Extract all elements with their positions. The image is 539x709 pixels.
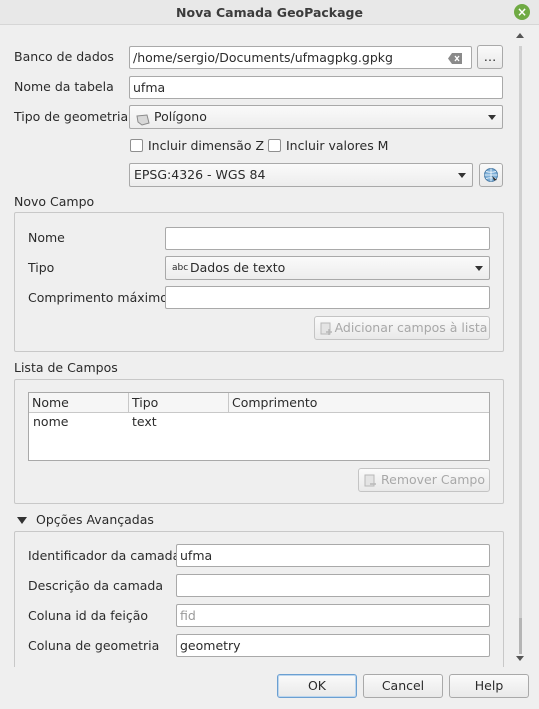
geometry-type-value: Polígono	[154, 109, 207, 124]
browse-button[interactable]: …	[477, 45, 503, 69]
text-type-icon: abc	[172, 263, 189, 273]
chevron-down-icon	[458, 173, 466, 178]
layer-id-value: ufma	[180, 548, 213, 563]
clear-path-icon[interactable]	[448, 52, 463, 64]
max-length-input[interactable]	[165, 286, 490, 309]
fid-column-placeholder: fid	[180, 608, 196, 623]
include-z-label: Incluir dimensão Z	[148, 138, 265, 153]
scroll-up-icon[interactable]	[516, 33, 524, 38]
field-type-value: Dados de texto	[190, 260, 286, 275]
layer-id-input[interactable]: ufma	[176, 544, 490, 567]
database-path-field[interactable]: /home/sergio/Documents/ufmagpkg.gpkg	[129, 46, 472, 69]
database-label: Banco de dados	[14, 49, 114, 64]
include-m-label: Incluir valores M	[286, 138, 389, 153]
field-type-combo[interactable]: abc Dados de texto	[165, 256, 490, 280]
geometry-column-input[interactable]: geometry	[176, 634, 490, 657]
chevron-down-icon	[475, 266, 483, 271]
new-field-group-title: Novo Campo	[14, 194, 95, 209]
collapse-arrow-icon[interactable]	[17, 517, 27, 524]
max-length-label: Comprimento máximo	[28, 290, 168, 305]
close-icon[interactable]: ×	[514, 4, 530, 20]
polygon-icon	[136, 111, 150, 133]
field-type-label: Tipo	[28, 260, 55, 275]
window-title: Nova Camada GeoPackage	[176, 5, 363, 20]
layer-description-label: Descrição da camada	[28, 578, 163, 593]
row-type-cell: text	[132, 414, 157, 429]
column-header-type[interactable]: Tipo	[129, 393, 229, 413]
column-header-length[interactable]: Comprimento	[229, 393, 489, 413]
dialog-content: Banco de dados /home/sergio/Documents/uf…	[0, 25, 514, 667]
globe-icon	[484, 168, 498, 182]
table-name-value: ufma	[133, 80, 166, 95]
table-name-label: Nome da tabela	[14, 79, 114, 94]
advanced-options-title[interactable]: Opções Avançadas	[36, 511, 154, 529]
add-field-icon	[320, 321, 334, 343]
layer-description-input[interactable]	[176, 574, 490, 597]
scroll-down-icon[interactable]	[516, 656, 524, 661]
add-field-button[interactable]: Adicionar campos à lista	[314, 316, 490, 340]
fid-column-label: Coluna id da feição	[28, 608, 149, 623]
remove-field-button[interactable]: Remover Campo	[358, 468, 490, 492]
include-z-checkbox[interactable]	[130, 139, 143, 152]
include-m-checkbox[interactable]	[268, 139, 281, 152]
layer-id-label: Identificador da camada	[28, 548, 181, 563]
geometry-type-label: Tipo de geometria	[14, 109, 129, 124]
remove-field-label: Remover Campo	[381, 472, 485, 487]
field-name-input[interactable]	[165, 227, 490, 250]
fields-list-group-title: Lista de Campos	[14, 360, 118, 375]
row-name-cell: nome	[33, 414, 69, 429]
fid-column-input[interactable]: fid	[176, 604, 490, 627]
add-field-label: Adicionar campos à lista	[334, 320, 488, 335]
geometry-column-label: Coluna de geometria	[28, 638, 160, 653]
geometry-type-combo[interactable]: Polígono	[129, 105, 503, 129]
column-header-name[interactable]: Nome	[29, 393, 129, 413]
cancel-button[interactable]: Cancel	[363, 674, 443, 698]
remove-field-icon	[364, 473, 378, 495]
table-name-field[interactable]: ufma	[129, 76, 503, 99]
database-path-value: /home/sergio/Documents/ufmagpkg.gpkg	[133, 50, 393, 65]
field-name-label: Nome	[28, 230, 65, 245]
scrollbar-thumb[interactable]	[519, 618, 522, 654]
ok-button[interactable]: OK	[277, 674, 357, 698]
crs-combo[interactable]: EPSG:4326 - WGS 84	[129, 163, 473, 187]
fields-table[interactable]: Nome Tipo Comprimento nome text	[28, 392, 490, 461]
table-row[interactable]: nome text	[29, 413, 489, 433]
chevron-down-icon	[488, 115, 496, 120]
geometry-column-value: geometry	[180, 638, 241, 653]
scrollbar-track[interactable]	[519, 46, 522, 618]
help-button[interactable]: Help	[449, 674, 529, 698]
crs-value: EPSG:4326 - WGS 84	[134, 167, 266, 182]
crs-selector-button[interactable]	[479, 163, 503, 187]
